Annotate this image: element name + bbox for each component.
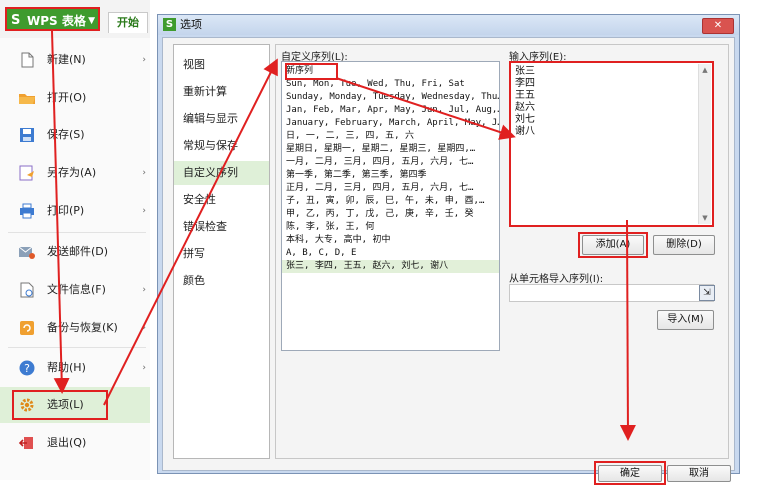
arrow-new-sequence-to-input [335,77,516,140]
arrow-add-to-ok [619,219,636,441]
arrow-options-to-new-sequence [103,58,278,406]
annotation-arrows [51,30,636,441]
arrow-menu-to-options [51,30,70,394]
